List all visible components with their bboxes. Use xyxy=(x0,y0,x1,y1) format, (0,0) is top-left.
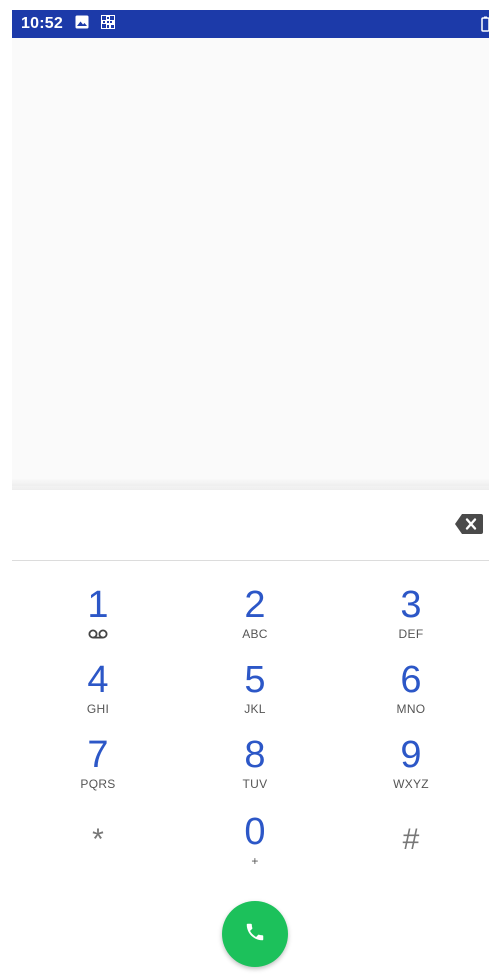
key-digit: 0 xyxy=(244,811,266,853)
key-digit: 3 xyxy=(400,584,422,626)
dialpad-key-star[interactable]: * xyxy=(33,812,163,882)
dialpad-key-8[interactable]: 8 TUV xyxy=(190,735,320,805)
panel-shadow xyxy=(12,478,489,490)
phone-icon xyxy=(244,921,266,948)
qr-code-icon xyxy=(100,14,115,34)
status-bar: 10:52 xyxy=(12,10,489,38)
dialpad-panel: 1 2 ABC 3 DEF 4 GHI 5 JKL 6 MNO 7 PQRS 8… xyxy=(12,490,489,977)
key-digit: 2 xyxy=(244,584,266,626)
key-digit: 7 xyxy=(87,734,109,776)
voicemail-icon xyxy=(33,627,163,641)
key-letters: DEF xyxy=(398,627,424,641)
key-letters: ABC xyxy=(242,627,268,641)
key-digit: 4 xyxy=(87,659,109,701)
backspace-icon xyxy=(454,514,484,539)
recents-area xyxy=(12,38,489,486)
backspace-button[interactable] xyxy=(454,513,484,535)
key-digit: 9 xyxy=(400,734,422,776)
key-letters: WXYZ xyxy=(393,777,429,791)
key-letters: TUV xyxy=(242,777,268,791)
dialpad-key-4[interactable]: 4 GHI xyxy=(33,660,163,730)
dialpad-key-7[interactable]: 7 PQRS xyxy=(33,735,163,805)
dialpad-key-pound[interactable]: # xyxy=(346,812,476,882)
dialpad-key-9[interactable]: 9 WXYZ xyxy=(346,735,476,805)
key-letters: PQRS xyxy=(80,777,116,791)
dialer-screen: 10:52 1 2 ABC 3 DEF 4 GHI 5 JKL 6 MNO 7 … xyxy=(0,0,489,977)
key-digit: 1 xyxy=(87,584,109,626)
key-letters: GHI xyxy=(86,702,110,716)
dialpad-key-0[interactable]: 0 + xyxy=(190,812,320,882)
battery-icon xyxy=(481,16,489,37)
dialpad-divider xyxy=(12,560,489,561)
key-symbol: # xyxy=(402,823,420,856)
status-time: 10:52 xyxy=(21,15,63,32)
key-digit: 8 xyxy=(244,734,266,776)
dialpad-key-2[interactable]: 2 ABC xyxy=(190,585,320,655)
dialpad-key-6[interactable]: 6 MNO xyxy=(346,660,476,730)
dialpad-key-3[interactable]: 3 DEF xyxy=(346,585,476,655)
key-digit: 5 xyxy=(244,659,266,701)
digits-field[interactable] xyxy=(12,490,446,562)
key-symbol: * xyxy=(92,823,104,856)
key-letters: JKL xyxy=(244,702,266,716)
call-button[interactable] xyxy=(222,901,288,967)
dialpad-key-1[interactable]: 1 xyxy=(33,585,163,655)
key-letters: MNO xyxy=(396,702,426,716)
key-digit: 6 xyxy=(400,659,422,701)
image-icon xyxy=(75,15,89,34)
key-letters: + xyxy=(251,854,259,868)
dialpad-key-5[interactable]: 5 JKL xyxy=(190,660,320,730)
